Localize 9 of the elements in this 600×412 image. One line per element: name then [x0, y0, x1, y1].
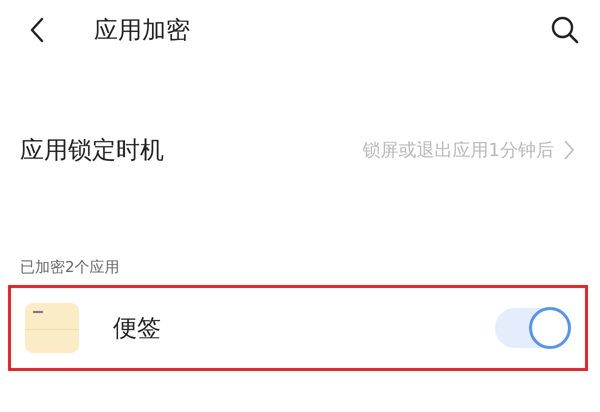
- setting-label: 应用锁定时机: [20, 135, 165, 166]
- chevron-icon: [564, 140, 574, 160]
- setting-row[interactable]: 应用锁定时机 锁屏或退出应用1分钟后: [0, 120, 600, 180]
- back-icon[interactable]: [30, 17, 44, 43]
- app-name: 便签: [113, 313, 162, 344]
- page-title: 应用加密: [94, 15, 191, 46]
- search-icon[interactable]: [550, 15, 580, 45]
- setting-value: 锁屏或退出应用1分钟后: [362, 139, 554, 162]
- section-title: 已加密2个应用: [20, 258, 121, 277]
